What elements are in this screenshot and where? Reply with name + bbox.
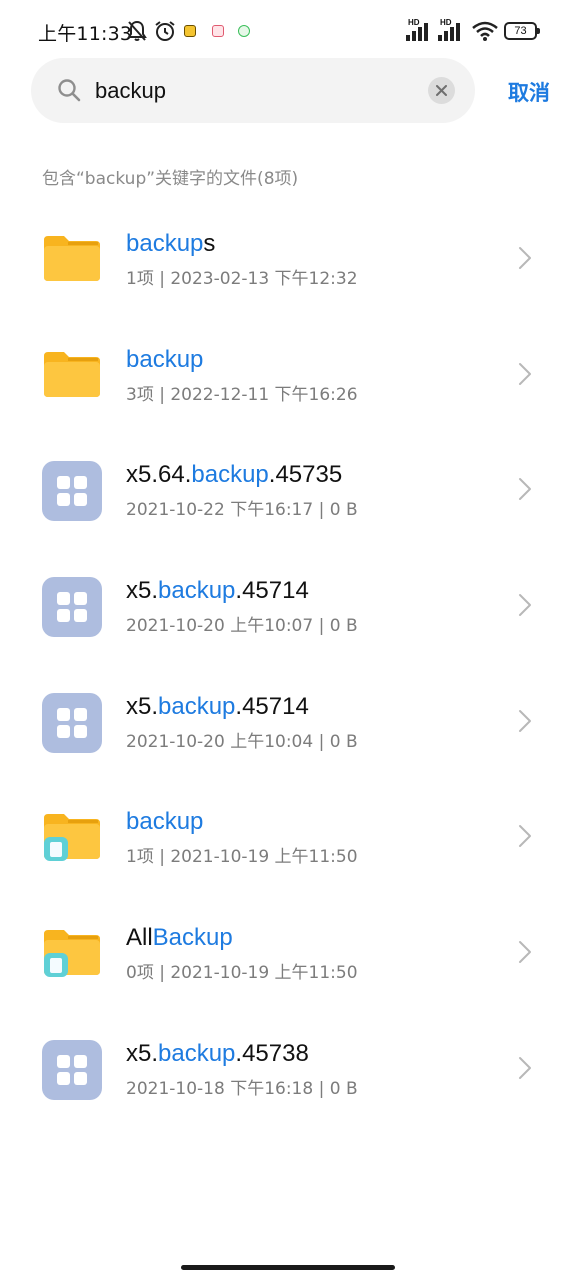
file-name-prefix: x5.64.: [126, 461, 192, 489]
file-name-match: backup: [158, 577, 236, 605]
file-name-suffix: s: [203, 230, 216, 257]
status-bar: 上午11:33 HD HD 73: [0, 0, 576, 62]
file-name: AllBackup: [126, 924, 233, 952]
file-name-match: backup: [158, 1039, 236, 1067]
file-meta: 1项 | 2021-10-19 上午11:50: [126, 847, 358, 868]
file-name: x5.backup.45714: [126, 693, 309, 721]
file-name-match: Backup: [152, 924, 233, 952]
close-icon: [436, 85, 447, 96]
file-name-match: backup: [126, 230, 204, 257]
search-input[interactable]: [95, 72, 415, 110]
app-file-icon: [42, 461, 102, 522]
chevron-right-icon: [519, 478, 531, 501]
file-name-match: backup: [126, 345, 204, 373]
file-meta: 2021-10-22 下午16:17 | 0 B: [126, 500, 358, 521]
folder-icon: [44, 236, 100, 281]
file-name: x5.64.backup.45735: [126, 461, 342, 489]
file-meta: 0项 | 2021-10-19 上午11:50: [126, 963, 358, 984]
app-file-icon: [42, 1039, 102, 1100]
file-name-prefix: x5.: [126, 577, 159, 605]
file-meta: 1项 | 2023-02-13 下午12:32: [126, 269, 358, 289]
clear-search-button[interactable]: [428, 77, 455, 104]
notification-app-icon: [212, 25, 224, 37]
app-file-icon: [42, 692, 102, 753]
file-name-prefix: x5.: [126, 1039, 159, 1067]
file-name: x5.backup.45714: [126, 577, 309, 605]
file-list-item[interactable]: x5.backup.45738 2021-10-18 下午16:18 | 0 B: [0, 1010, 576, 1126]
file-name-match: backup: [158, 692, 236, 720]
battery-indicator: 73: [504, 22, 540, 40]
result-count-label: 包含“backup”关键字的文件(8项): [42, 169, 299, 189]
chevron-right-icon: [519, 825, 531, 848]
notification-app-icon: [184, 25, 196, 37]
folder-icon: [44, 351, 100, 397]
file-name: backups: [126, 230, 215, 258]
file-list-item[interactable]: AllBackup 0项 | 2021-10-19 上午11:50: [0, 894, 576, 1010]
file-name: x5.backup.45738: [126, 1040, 309, 1068]
file-list-item[interactable]: x5.64.backup.45735 2021-10-22 下午16:17 | 0…: [0, 431, 576, 547]
file-name-suffix: .45738: [235, 1039, 309, 1067]
file-name: backup: [126, 346, 203, 374]
file-meta: 2021-10-20 上午10:07 | 0 B: [126, 616, 358, 637]
file-list-item[interactable]: backup 1项 | 2021-10-19 上午11:50: [0, 778, 576, 894]
search-icon: [58, 79, 81, 102]
file-list-item[interactable]: x5.backup.45714 2021-10-20 上午10:04 | 0 B: [0, 663, 576, 779]
file-name-prefix: All: [126, 924, 153, 952]
file-meta: 3项 | 2022-12-11 下午16:26: [126, 384, 358, 405]
chevron-right-icon: [519, 941, 531, 964]
status-time: 上午11:33: [38, 23, 133, 45]
chevron-right-icon: [519, 594, 531, 617]
chevron-right-icon: [519, 1056, 531, 1079]
file-name-suffix: .45735: [268, 461, 343, 489]
file-name: backup: [126, 808, 203, 836]
file-meta: 2021-10-20 上午10:04 | 0 B: [126, 731, 358, 752]
app-folder-icon: [44, 930, 100, 978]
file-list: backups 1项 | 2023-02-13 下午12:32 backup 3项 |…: [0, 200, 576, 1126]
wifi-icon: [472, 21, 498, 41]
chevron-right-icon: [519, 362, 531, 385]
notification-app-icon: [238, 25, 250, 37]
cancel-button[interactable]: 取消: [508, 77, 550, 107]
chevron-right-icon: [519, 709, 531, 732]
home-indicator[interactable]: [181, 1265, 395, 1270]
app-folder-icon: [44, 814, 100, 862]
file-name-suffix: .45714: [235, 577, 309, 605]
file-name-match: backup: [126, 808, 204, 836]
file-list-item[interactable]: backups 1项 | 2023-02-13 下午12:32: [0, 200, 576, 316]
file-meta: 2021-10-18 下午16:18 | 0 B: [126, 1078, 358, 1099]
file-name-suffix: .45714: [235, 692, 309, 720]
signal-icon: [438, 23, 460, 41]
chevron-right-icon: [519, 247, 531, 269]
bell-muted-icon: [127, 20, 147, 41]
file-name-match: backup: [191, 461, 269, 489]
signal-icon: [406, 23, 428, 41]
alarm-icon: [155, 21, 175, 41]
file-list-item[interactable]: backup 3项 | 2022-12-11 下午16:26: [0, 316, 576, 432]
app-file-icon: [42, 577, 102, 638]
file-name-prefix: x5.: [126, 692, 159, 720]
file-list-item[interactable]: x5.backup.45714 2021-10-20 上午10:07 | 0 B: [0, 547, 576, 663]
search-bar[interactable]: [31, 58, 475, 123]
